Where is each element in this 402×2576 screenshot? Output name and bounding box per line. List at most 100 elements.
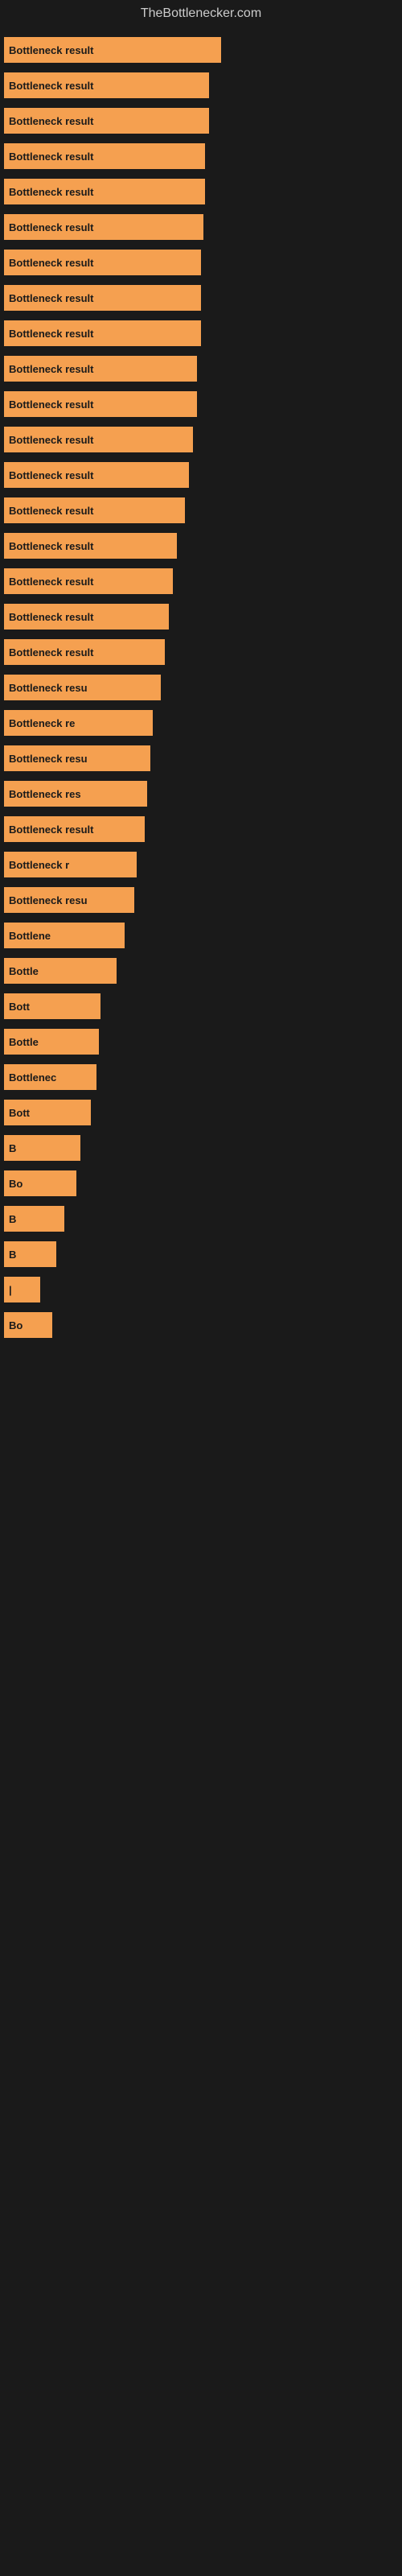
bar-row: Bottlenec	[4, 1063, 398, 1092]
bottleneck-bar[interactable]: Bottleneck result	[4, 143, 205, 169]
bottleneck-bar[interactable]: Bottleneck result	[4, 320, 201, 346]
bottleneck-bar[interactable]: Bottleneck result	[4, 72, 209, 98]
bar-label: Bottleneck resu	[9, 682, 88, 694]
bar-label: Bottleneck result	[9, 646, 93, 658]
bar-label: B	[9, 1249, 16, 1261]
bar-row: Bottleneck resu	[4, 744, 398, 773]
bottleneck-bar[interactable]: |	[4, 1277, 40, 1302]
bar-row: Bottleneck res	[4, 779, 398, 808]
bottleneck-bar[interactable]: B	[4, 1206, 64, 1232]
bottleneck-bar[interactable]: Bottleneck result	[4, 497, 185, 523]
bar-label: Bottleneck resu	[9, 894, 88, 906]
bar-row: Bottleneck result	[4, 142, 398, 171]
bar-row: Bottleneck resu	[4, 886, 398, 914]
bar-row: Bottleneck result	[4, 319, 398, 348]
bottleneck-bar[interactable]: Bo	[4, 1312, 52, 1338]
site-title: TheBottlenecker.com	[0, 0, 402, 27]
bar-label: B	[9, 1213, 16, 1225]
bar-row: Bottleneck result	[4, 425, 398, 454]
bottleneck-bar[interactable]: Bottleneck result	[4, 568, 173, 594]
bar-row: Bottleneck result	[4, 71, 398, 100]
bar-label: Bottleneck result	[9, 505, 93, 517]
bar-row: Bottleneck result	[4, 177, 398, 206]
bar-row: Bottleneck result	[4, 460, 398, 489]
bar-label: Bottleneck result	[9, 221, 93, 233]
bar-row: Bottle	[4, 956, 398, 985]
bar-label: Bott	[9, 1107, 30, 1119]
bar-row: B	[4, 1204, 398, 1233]
bottleneck-bar[interactable]: Bottleneck result	[4, 639, 165, 665]
bottleneck-bar[interactable]: Bottleneck r	[4, 852, 137, 877]
bottleneck-bar[interactable]: Bottleneck resu	[4, 745, 150, 771]
bar-label: Bo	[9, 1178, 23, 1190]
bar-label: Bottleneck result	[9, 151, 93, 163]
bar-label: Bottlene	[9, 930, 51, 942]
bar-label: Bottlenec	[9, 1071, 56, 1084]
bottleneck-bar[interactable]: Bottle	[4, 958, 117, 984]
bar-row: Bottlene	[4, 921, 398, 950]
bottleneck-bar[interactable]: Bottle	[4, 1029, 99, 1055]
bar-label: Bottleneck result	[9, 576, 93, 588]
bottleneck-bar[interactable]: B	[4, 1241, 56, 1267]
bar-row: Bottleneck result	[4, 390, 398, 419]
bar-row: B	[4, 1133, 398, 1162]
bar-label: Bottle	[9, 1036, 39, 1048]
bottleneck-bar[interactable]: Bottleneck result	[4, 214, 203, 240]
bar-row: |	[4, 1275, 398, 1304]
bars-container: Bottleneck result Bottleneck result Bottle…	[0, 27, 402, 1354]
bottleneck-bar[interactable]: Bottleneck resu	[4, 675, 161, 700]
bar-row: Bo	[4, 1311, 398, 1340]
bar-row: Bo	[4, 1169, 398, 1198]
bar-row: Bottleneck result	[4, 213, 398, 242]
bar-label: Bottleneck result	[9, 328, 93, 340]
bottleneck-bar[interactable]: Bottleneck result	[4, 533, 177, 559]
bottleneck-bar[interactable]: Bott	[4, 993, 100, 1019]
bottleneck-bar[interactable]: Bottleneck result	[4, 462, 189, 488]
bottleneck-bar[interactable]: Bottleneck result	[4, 285, 201, 311]
bottleneck-bar[interactable]: Bottlene	[4, 923, 125, 948]
bar-row: Bottleneck result	[4, 638, 398, 667]
bottleneck-bar[interactable]: Bottleneck result	[4, 250, 201, 275]
bottleneck-bar[interactable]: Bottleneck result	[4, 816, 145, 842]
bottleneck-bar[interactable]: Bottlenec	[4, 1064, 96, 1090]
bar-row: Bottleneck re	[4, 708, 398, 737]
bar-row: Bottleneck result	[4, 283, 398, 312]
bar-row: Bottleneck result	[4, 815, 398, 844]
bar-row: Bottleneck result	[4, 354, 398, 383]
bar-row: Bottleneck result	[4, 567, 398, 596]
bar-row: Bottleneck result	[4, 496, 398, 525]
bar-label: Bottleneck res	[9, 788, 81, 800]
bar-label: Bottleneck r	[9, 859, 69, 871]
bar-row: Bottleneck resu	[4, 673, 398, 702]
bottleneck-bar[interactable]: Bottleneck result	[4, 179, 205, 204]
bar-row: B	[4, 1240, 398, 1269]
bottleneck-bar[interactable]: Bott	[4, 1100, 91, 1125]
bar-row: Bott	[4, 992, 398, 1021]
bar-label: Bottleneck result	[9, 44, 93, 56]
bottleneck-bar[interactable]: Bottleneck re	[4, 710, 153, 736]
bar-label: Bottleneck result	[9, 398, 93, 411]
bar-label: Bottleneck result	[9, 611, 93, 623]
bar-label: Bottleneck result	[9, 186, 93, 198]
bottleneck-bar[interactable]: Bottleneck result	[4, 604, 169, 630]
bar-label: Bottleneck result	[9, 469, 93, 481]
bar-row: Bottleneck result	[4, 602, 398, 631]
bar-label: Bottleneck re	[9, 717, 75, 729]
bar-label: |	[9, 1284, 12, 1296]
bottleneck-bar[interactable]: Bottleneck result	[4, 108, 209, 134]
bottleneck-bar[interactable]: B	[4, 1135, 80, 1161]
bottleneck-bar[interactable]: Bottleneck result	[4, 37, 221, 63]
bottleneck-bar[interactable]: Bottleneck result	[4, 427, 193, 452]
bottleneck-bar[interactable]: Bottleneck result	[4, 356, 197, 382]
bar-label: Bottleneck result	[9, 80, 93, 92]
bottleneck-bar[interactable]: Bottleneck res	[4, 781, 147, 807]
bar-row: Bottleneck result	[4, 531, 398, 560]
bar-label: B	[9, 1142, 16, 1154]
bottleneck-bar[interactable]: Bottleneck resu	[4, 887, 134, 913]
bottleneck-bar[interactable]: Bo	[4, 1170, 76, 1196]
bar-label: Bottleneck result	[9, 540, 93, 552]
bar-label: Bottleneck result	[9, 292, 93, 304]
bar-row: Bottleneck result	[4, 248, 398, 277]
bottleneck-bar[interactable]: Bottleneck result	[4, 391, 197, 417]
bar-label: Bo	[9, 1319, 23, 1331]
